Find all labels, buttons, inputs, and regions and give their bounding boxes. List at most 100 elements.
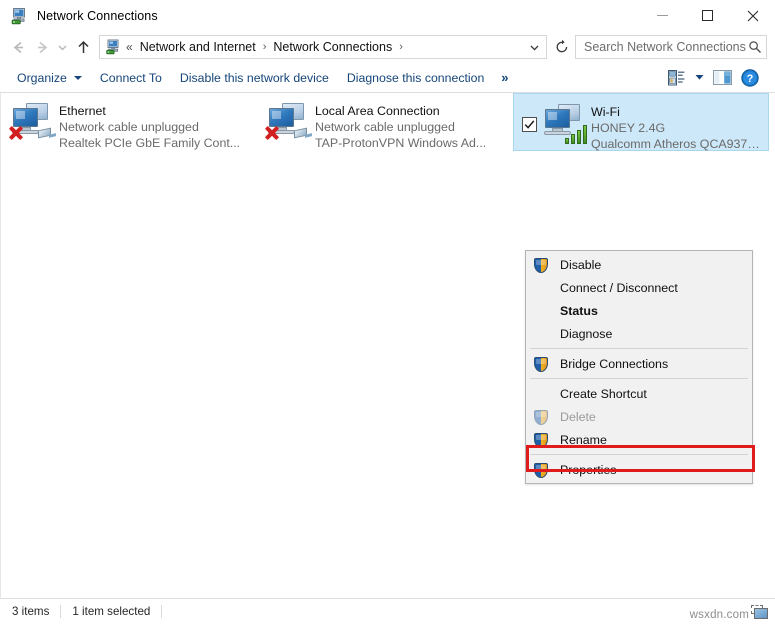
toolbar-overflow-button[interactable]: » <box>493 67 516 88</box>
context-menu[interactable]: Disable Connect / Disconnect Status Diag… <box>525 250 753 484</box>
view-dropdown-caret-icon[interactable] <box>691 66 707 90</box>
toolbar-disable-device-button[interactable]: Disable this network device <box>171 67 338 89</box>
recent-locations-chevron-down-icon[interactable] <box>54 35 71 59</box>
connection-item-wifi[interactable]: Wi-Fi HONEY 2.4G Qualcomm Atheros QCA937… <box>513 93 769 151</box>
address-dropdown-chevron-icon[interactable] <box>524 42 544 53</box>
connection-device: Qualcomm Atheros QCA9377... <box>591 137 764 151</box>
up-arrow-icon[interactable] <box>71 35 95 59</box>
breadcrumb-item-network-and-internet[interactable]: Network and Internet <box>138 38 258 56</box>
connection-status: Network cable unplugged <box>315 120 455 134</box>
breadcrumb-chevron-right-icon-2[interactable]: › <box>394 41 408 53</box>
toolbar-connect-to-label: Connect To <box>99 70 162 85</box>
shield-icon <box>530 408 552 426</box>
chevron-down-icon <box>73 75 82 80</box>
status-item-count: 3 items <box>12 605 62 618</box>
menu-icon-placeholder <box>530 385 552 403</box>
connection-checkbox[interactable] <box>522 117 537 132</box>
connection-name: Wi-Fi <box>591 105 620 119</box>
connection-device: TAP-ProtonVPN Windows Ad... <box>315 136 487 150</box>
breadcrumb-item-network-connections[interactable]: Network Connections <box>271 38 394 56</box>
context-menu-item-label: Delete <box>560 409 596 424</box>
connection-name: Local Area Connection <box>315 104 440 118</box>
help-icon[interactable]: ? <box>737 66 763 90</box>
context-menu-item-delete: Delete <box>526 405 752 428</box>
minimize-button[interactable] <box>640 0 685 31</box>
network-adapter-unplugged-icon <box>263 99 313 147</box>
context-menu-item-rename[interactable]: Rename <box>526 428 752 451</box>
signal-strength-icon <box>565 124 589 144</box>
back-icon[interactable] <box>6 35 30 59</box>
preview-pane-icon[interactable] <box>709 66 735 90</box>
shield-icon <box>530 256 552 274</box>
context-menu-item-label: Connect / Disconnect <box>560 280 678 295</box>
watermark-screen-icon <box>751 605 769 620</box>
network-adapter-unplugged-icon <box>7 99 57 147</box>
context-menu-item-connect-disconnect[interactable]: Connect / Disconnect <box>526 276 752 299</box>
connection-status: HONEY 2.4G <box>591 121 666 135</box>
command-bar: Organize Connect To Disable this network… <box>0 63 775 93</box>
toolbar-connect-to-button[interactable]: Connect To <box>91 67 171 89</box>
connection-text-block: Wi-Fi HONEY 2.4G Qualcomm Atheros QCA937… <box>591 100 764 152</box>
refresh-icon[interactable] <box>549 35 575 59</box>
watermark: wsxdn.com <box>690 605 769 621</box>
context-menu-item-status[interactable]: Status <box>526 299 752 322</box>
connection-device: Realtek PCIe GbE Family Cont... <box>59 136 241 150</box>
wireless-adapter-connected-icon <box>539 100 589 148</box>
toolbar-diagnose-button[interactable]: Diagnose this connection <box>338 67 493 89</box>
window-title: Network Connections <box>37 8 158 23</box>
connection-name: Ethernet <box>59 104 106 118</box>
close-button[interactable] <box>730 0 775 31</box>
breadcrumb-network-icon <box>105 39 121 55</box>
shield-icon <box>530 431 552 449</box>
search-input[interactable]: Search Network Connections <box>584 40 748 54</box>
toolbar-diagnose-label: Diagnose this connection <box>346 70 485 85</box>
svg-text:?: ? <box>747 73 754 85</box>
navigation-bar: « Network and Internet › Network Connect… <box>0 31 775 63</box>
search-icon[interactable] <box>748 40 762 54</box>
context-menu-item-properties[interactable]: Properties <box>526 458 752 481</box>
context-menu-item-bridge-connections[interactable]: Bridge Connections <box>526 352 752 375</box>
context-menu-item-label: Disable <box>560 257 602 272</box>
context-menu-item-label: Status <box>560 303 598 318</box>
menu-icon-placeholder <box>530 279 552 297</box>
breadcrumb-chevron-right-icon-1[interactable]: › <box>258 41 272 53</box>
title-bar: Network Connections <box>0 0 775 31</box>
cable-plug-icon <box>34 126 56 140</box>
context-menu-separator <box>530 378 748 379</box>
toolbar-organize-label: Organize <box>17 70 67 85</box>
network-connections-icon <box>10 7 28 25</box>
context-menu-item-label: Rename <box>560 432 607 447</box>
connection-text-block: Local Area Connection Network cable unpl… <box>315 99 486 151</box>
context-menu-separator <box>530 348 748 349</box>
context-menu-item-create-shortcut[interactable]: Create Shortcut <box>526 382 752 405</box>
connections-content-area[interactable]: Ethernet Network cable unplugged Realtek… <box>0 93 775 598</box>
context-menu-item-label: Create Shortcut <box>560 386 647 401</box>
status-selection-count: 1 item selected <box>72 605 163 618</box>
breadcrumb-overflow[interactable]: « <box>125 40 138 54</box>
shield-icon <box>530 355 552 373</box>
cable-plug-icon <box>290 126 312 140</box>
error-x-icon <box>7 124 24 141</box>
context-menu-separator <box>530 454 748 455</box>
menu-icon-placeholder <box>530 325 552 343</box>
shield-icon <box>530 461 552 479</box>
address-bar[interactable]: « Network and Internet › Network Connect… <box>99 35 547 59</box>
context-menu-item-disable[interactable]: Disable <box>526 253 752 276</box>
error-x-icon <box>263 124 280 141</box>
context-menu-item-diagnose[interactable]: Diagnose <box>526 322 752 345</box>
change-view-icon[interactable] <box>663 66 689 90</box>
connection-item-local-area-connection[interactable]: Local Area Connection Network cable unpl… <box>257 93 513 151</box>
network-connections-window: Network Connections « Network and Intern… <box>0 0 775 624</box>
context-menu-item-label: Diagnose <box>560 326 613 341</box>
context-menu-item-label: Bridge Connections <box>560 356 669 371</box>
forward-icon[interactable] <box>30 35 54 59</box>
search-box[interactable]: Search Network Connections <box>575 35 767 59</box>
maximize-button[interactable] <box>685 0 730 31</box>
connections-list: Ethernet Network cable unplugged Realtek… <box>1 93 775 151</box>
menu-icon-placeholder <box>530 302 552 320</box>
window-controls <box>640 0 775 31</box>
watermark-text: wsxdn.com <box>689 609 749 621</box>
toolbar-organize-button[interactable]: Organize <box>8 67 91 89</box>
connection-item-ethernet[interactable]: Ethernet Network cable unplugged Realtek… <box>1 93 257 151</box>
status-bar: 3 items 1 item selected wsxdn.com <box>0 598 775 624</box>
